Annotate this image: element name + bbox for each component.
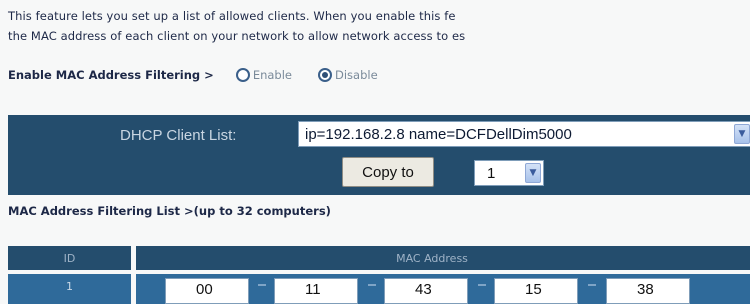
intro-line-2: the MAC address of each client on your n… — [8, 29, 466, 43]
copy-to-button[interactable]: Copy to — [342, 157, 434, 187]
chevron-down-icon[interactable]: ▼ — [734, 124, 750, 144]
disable-radio-label[interactable]: Disable — [335, 68, 378, 82]
mac-filter-label: Enable MAC Address Filtering > — [8, 68, 214, 82]
mac-octet-4-input[interactable]: 15 — [494, 278, 578, 304]
dhcp-client-list-label: DHCP Client List: — [120, 127, 237, 144]
dhcp-client-select-value: ip=192.168.2.8 name=DCFDellDim5000 — [305, 125, 572, 143]
copy-slot-value: 1 — [487, 164, 496, 182]
mac-separator — [368, 284, 376, 286]
enable-radio[interactable] — [235, 68, 250, 82]
column-header-mac-address: MAC Address — [396, 251, 468, 265]
mac-filter-list-title: MAC Address Filtering List >(up to 32 co… — [8, 204, 331, 218]
mac-table-header: ID MAC Address — [8, 246, 750, 270]
mac-filter-row: Enable MAC Address Filtering > Enable Di… — [8, 64, 404, 86]
dhcp-client-panel: DHCP Client List: ip=192.168.2.8 name=DC… — [8, 115, 750, 195]
intro-line-1: This feature lets you set up a list of a… — [8, 9, 456, 23]
chevron-down-icon[interactable]: ▼ — [525, 163, 541, 183]
column-header-id: ID — [8, 246, 136, 270]
intro-text: This feature lets you set up a list of a… — [8, 6, 750, 46]
mac-octet-3-input[interactable]: 43 — [384, 278, 468, 304]
copy-slot-select[interactable]: 1 ▼ — [474, 160, 544, 186]
mac-separator — [478, 284, 486, 286]
mac-octet-1-input[interactable]: 00 — [165, 278, 249, 304]
mac-separator — [258, 284, 266, 286]
mac-octet-2-input[interactable]: 11 — [274, 278, 358, 304]
row-id: 1 — [8, 274, 136, 304]
enable-radio-label[interactable]: Enable — [253, 68, 292, 82]
disable-radio[interactable] — [317, 68, 332, 82]
mac-filter-radio-group: Enable Disable — [235, 68, 404, 82]
mac-separator — [588, 284, 596, 286]
dhcp-client-select[interactable]: ip=192.168.2.8 name=DCFDellDim5000 ▼ — [298, 121, 750, 147]
mac-octet-5-input[interactable]: 38 — [606, 278, 690, 304]
table-row: 1 00 11 43 15 38 — [8, 274, 750, 304]
